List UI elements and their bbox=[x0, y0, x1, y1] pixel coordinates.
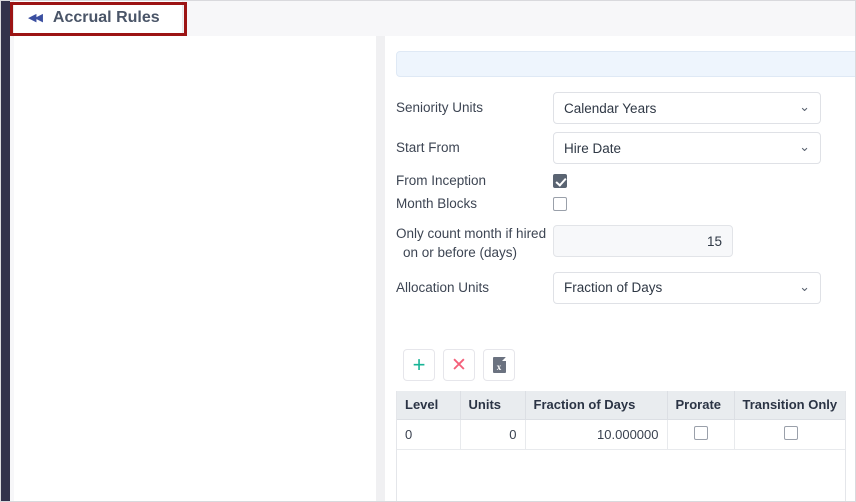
cross-icon: ✕ bbox=[451, 354, 467, 376]
page-title: Accrual Rules bbox=[52, 9, 160, 26]
start-from-select[interactable]: Hire Date ⌄ bbox=[553, 132, 821, 164]
from-inception-holder bbox=[553, 174, 821, 189]
only-count-month-label-line1: Only count month if hired bbox=[396, 226, 547, 242]
only-count-month-label: Only count month if hired on or before (… bbox=[396, 225, 553, 261]
export-levels-excel-button[interactable] bbox=[483, 349, 515, 381]
seniority-units-value: Calendar Years bbox=[564, 100, 657, 116]
left-panel bbox=[14, 36, 376, 502]
level-table-actions: + ✕ bbox=[403, 349, 515, 381]
table-vertical-scrollbar[interactable] bbox=[354, 138, 362, 502]
field-row-month-blocks: Month Blocks bbox=[396, 195, 856, 213]
field-row-start-from: Start From Hire Date ⌄ bbox=[396, 132, 856, 164]
field-row-from-inception: From Inception bbox=[396, 172, 856, 190]
allocation-units-value: Fraction of Days bbox=[564, 280, 663, 296]
column-header-prorate[interactable]: Prorate bbox=[667, 391, 735, 420]
levels-table: Level Units Fraction of Days Prorate Tra… bbox=[397, 391, 845, 450]
info-banner bbox=[396, 51, 856, 77]
from-inception-checkbox[interactable] bbox=[553, 174, 567, 189]
transition-only-checkbox[interactable] bbox=[783, 425, 798, 440]
app-root: ◀◀ Accrual Rules + ✕ bbox=[0, 0, 856, 502]
field-row-seniority-units: Seniority Units Calendar Years ⌄ bbox=[396, 92, 856, 124]
double-left-arrow-icon[interactable]: ◀◀ bbox=[28, 12, 43, 24]
prorate-checkbox[interactable] bbox=[693, 425, 708, 440]
allocation-units-select[interactable]: Fraction of Days ⌄ bbox=[553, 271, 821, 304]
chevron-down-icon: ⌄ bbox=[799, 99, 810, 115]
field-row-allocation-units: Allocation Units Fraction of Days ⌄ bbox=[396, 271, 856, 304]
start-from-label: Start From bbox=[396, 139, 460, 155]
cell-prorate bbox=[667, 419, 735, 450]
column-header-transition-only[interactable]: Transition Only bbox=[734, 391, 845, 420]
cell-fraction-of-days: 10.000000 bbox=[525, 419, 668, 450]
add-level-button[interactable]: + bbox=[403, 349, 435, 381]
from-inception-label: From Inception bbox=[396, 173, 487, 188]
excel-export-icon bbox=[492, 357, 506, 373]
column-header-level[interactable]: Level bbox=[397, 391, 461, 420]
month-blocks-checkbox[interactable] bbox=[553, 197, 567, 212]
cell-transition-only bbox=[734, 419, 845, 450]
cell-units: 0 bbox=[460, 419, 526, 450]
delete-level-button[interactable]: ✕ bbox=[443, 349, 475, 381]
left-nav-rail[interactable] bbox=[1, 0, 10, 502]
only-count-month-input[interactable] bbox=[553, 225, 733, 258]
field-row-only-count-month: Only count month if hired on or before (… bbox=[396, 225, 856, 261]
month-blocks-holder bbox=[553, 197, 821, 212]
seniority-units-label: Seniority Units bbox=[396, 99, 484, 115]
table-row[interactable]: 0 0 10.000000 bbox=[397, 419, 845, 450]
plus-icon: + bbox=[412, 352, 426, 377]
scrollbar-track bbox=[354, 138, 362, 169]
only-count-month-label-line2: on or before (days) bbox=[403, 244, 518, 260]
accrual-rule-form: Seniority Units Calendar Years ⌄ Start F… bbox=[396, 92, 856, 312]
allocation-units-label: Allocation Units bbox=[396, 279, 490, 295]
chevron-down-icon: ⌄ bbox=[799, 279, 810, 295]
levels-header-row: Level Units Fraction of Days Prorate Tra… bbox=[397, 391, 845, 420]
page-title-card: ◀◀ Accrual Rules bbox=[14, 0, 182, 36]
column-header-fraction-of-days[interactable]: Fraction of Days bbox=[525, 391, 668, 420]
right-panel: Seniority Units Calendar Years ⌄ Start F… bbox=[385, 36, 856, 502]
levels-table-body: 0 0 10.000000 bbox=[397, 419, 845, 450]
levels-table-container[interactable]: Level Units Fraction of Days Prorate Tra… bbox=[396, 391, 846, 502]
seniority-units-select[interactable]: Calendar Years ⌄ bbox=[553, 92, 821, 124]
chevron-down-icon: ⌄ bbox=[799, 139, 810, 155]
month-blocks-label: Month Blocks bbox=[396, 196, 478, 212]
column-header-units[interactable]: Units bbox=[460, 391, 526, 420]
cell-level: 0 bbox=[397, 419, 461, 450]
start-from-value: Hire Date bbox=[564, 140, 622, 156]
panel-divider bbox=[376, 36, 385, 502]
